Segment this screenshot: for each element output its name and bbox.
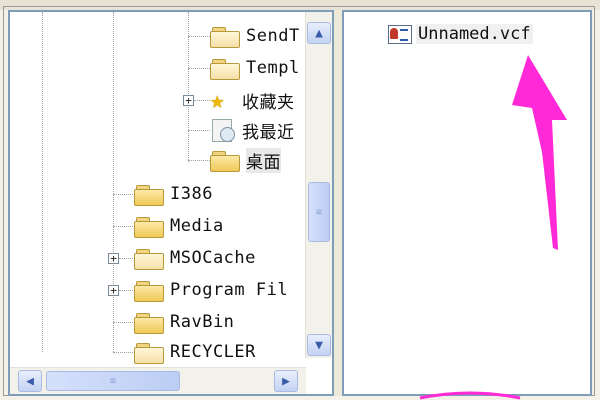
explorer-window: + + + SendT Templ ★ 收藏夹 我最近 桌面 I386 Medi… (0, 0, 600, 400)
annotation-arrow (419, 55, 567, 400)
arrow-shape (512, 55, 567, 250)
arrow-tail-stroke (419, 391, 521, 400)
